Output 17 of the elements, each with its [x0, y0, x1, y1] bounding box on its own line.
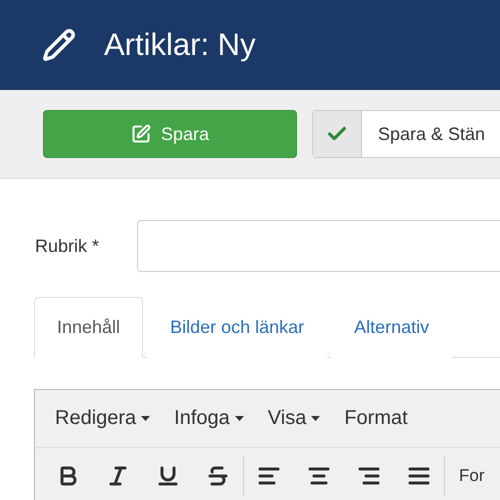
save-close-button[interactable]: Spara & Stän: [312, 110, 500, 158]
underline-icon: [156, 464, 180, 488]
menu-item[interactable]: Visa: [260, 407, 328, 430]
caret-icon: [141, 416, 150, 421]
menu-item[interactable]: Infoga: [166, 407, 252, 430]
format-select[interactable]: For: [445, 466, 484, 486]
caret-icon: [234, 416, 244, 421]
page-title: Artiklar: Ny: [104, 27, 256, 63]
pencil-icon: [42, 28, 76, 62]
title-label: Rubrik *: [35, 236, 100, 256]
title-input[interactable]: [137, 220, 500, 272]
edit-icon: [130, 124, 151, 144]
menu-item[interactable]: Format: [336, 407, 416, 430]
tab[interactable]: Innehåll: [34, 297, 144, 358]
caret-icon: [311, 416, 320, 421]
menu-item[interactable]: Redigera: [47, 407, 158, 430]
strikethrough-icon: [206, 464, 230, 488]
